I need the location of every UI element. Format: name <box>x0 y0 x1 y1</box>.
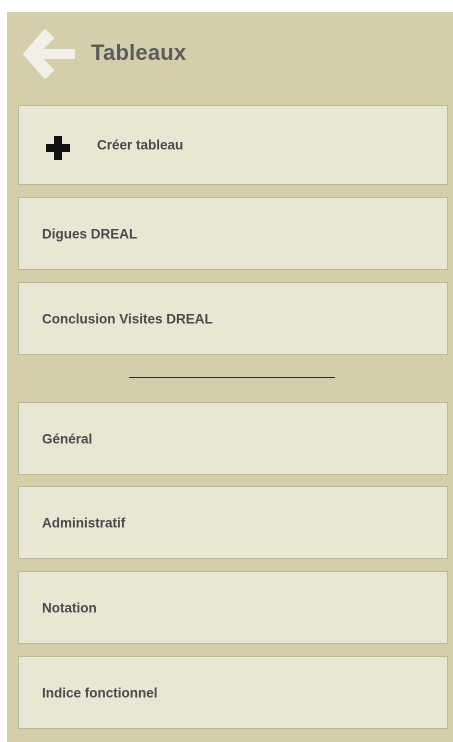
table-item-label: Général <box>42 431 93 446</box>
create-table-button[interactable]: Créer tableau <box>18 105 448 185</box>
group-divider <box>129 377 335 378</box>
table-item-general[interactable]: Général <box>18 402 448 475</box>
create-table-label: Créer tableau <box>97 137 184 153</box>
table-item-label: Administratif <box>42 515 126 530</box>
plus-icon <box>46 136 70 160</box>
table-item-administratif[interactable]: Administratif <box>18 486 448 559</box>
arrow-left-icon[interactable] <box>18 24 78 84</box>
panel-header: Tableaux <box>7 12 453 98</box>
table-item-digues-dreal[interactable]: Digues DREAL <box>18 197 448 270</box>
table-item-label: Digues DREAL <box>42 226 138 241</box>
table-item-notation[interactable]: Notation <box>18 571 448 644</box>
table-item-label: Indice fonctionnel <box>42 685 158 700</box>
tables-panel: Tableaux Créer tableau Digues DREAL Conc… <box>7 12 453 742</box>
page-title: Tableaux <box>91 40 187 65</box>
table-item-label: Notation <box>42 600 97 615</box>
table-item-label: Conclusion Visites DREAL <box>42 311 213 326</box>
table-item-conclusion-visites-dreal[interactable]: Conclusion Visites DREAL <box>18 282 448 355</box>
table-item-indice-fonctionnel[interactable]: Indice fonctionnel <box>18 656 448 729</box>
